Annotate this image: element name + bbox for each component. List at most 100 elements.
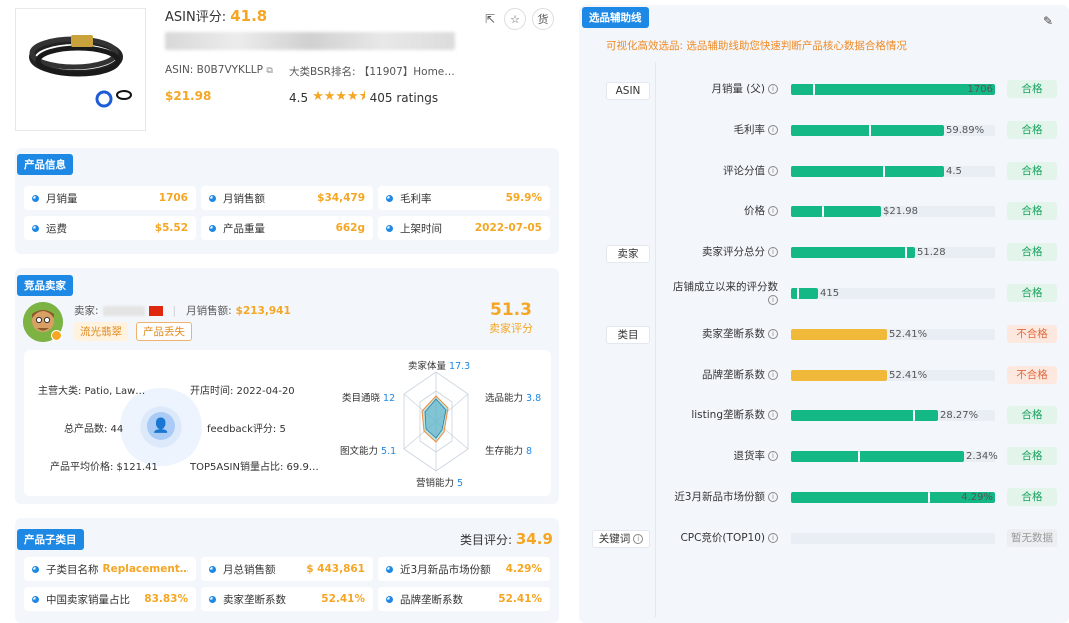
subcategory-value: $ 443,861 [306, 563, 365, 575]
rating-stars-icon: ★★★★⯨ [312, 89, 366, 104]
guide-row-label: CPC竞价(TOP10) i [668, 532, 778, 545]
radar-axis-value: 8 [526, 446, 533, 457]
radar-label-survival: 生存能力 8 [485, 443, 532, 457]
info-cell: 月销售额 $34,479 [201, 186, 373, 210]
guide-row-label: 月销量 (父) i [668, 83, 778, 96]
subcategory-grid: 子类目名称 Replacement… 月总销售额 $ 443,861 近3月新品市场… [24, 557, 550, 611]
info-icon[interactable]: i [768, 329, 778, 339]
guide-bar-threshold [913, 410, 915, 421]
guide-bar-threshold [797, 288, 799, 299]
seller-main-category: 主营大类: Patio, Law… [38, 386, 146, 397]
info-label: 月销量 [46, 192, 78, 205]
asin-text: ASIN: B0B7VYKLLP ⧉ [165, 64, 273, 76]
radar-axis-label: 卖家体量 [408, 361, 447, 372]
user-icon: 👤 [147, 412, 175, 440]
info-icon[interactable]: i [633, 534, 644, 544]
subcategory-cell: 卖家垄断系数 52.41% [201, 587, 373, 611]
bullet-icon [386, 595, 393, 603]
subcategory-cell: 近3月新品市场份额 4.29% [378, 557, 550, 581]
subcategory-cell: 中国卖家销量占比 83.83% [24, 587, 196, 611]
seller-score: 51.3 [490, 300, 532, 320]
guide-status-badge: 合格 [1007, 284, 1057, 302]
product-actions: ⇱ ☆ 货 [482, 8, 554, 30]
info-icon[interactable]: i [768, 166, 778, 176]
product-rating: 4.5 ★★★★⯨ 405 ratings [289, 87, 438, 109]
star-icon[interactable]: ☆ [504, 8, 526, 30]
seller-monthly-sales: $213,941 [235, 304, 291, 317]
info-icon[interactable]: i [768, 533, 778, 543]
subcategory-score: 类目评分: 34.9 [460, 530, 553, 548]
product-image[interactable] [15, 8, 146, 131]
info-icon[interactable]: i [768, 247, 778, 257]
info-label: 产品重量 [223, 222, 265, 235]
info-icon[interactable]: i [768, 206, 778, 216]
subcategory-tag: 产品子类目 [17, 529, 84, 550]
radar-label-content: 图文能力 5.1 [340, 443, 396, 457]
guide-bar-fill [791, 329, 887, 340]
subcategory-label: 卖家垄断系数 [223, 593, 286, 606]
info-icon[interactable]: i [768, 451, 778, 461]
guide-bar-fill [791, 451, 964, 462]
guide-bar-fill [791, 125, 944, 136]
seller-name-line: 卖家: | 月销售额: $213,941 [74, 304, 291, 318]
share-icon[interactable]: ⇱ [482, 12, 498, 26]
guide-row-label: 价格 i [668, 205, 778, 218]
seller-open-time: 开店时间: 2022-04-20 [190, 386, 295, 397]
rating-value: 4.5 [289, 91, 309, 105]
china-flag-icon [148, 305, 163, 316]
seller-monthly-sales-label: 月销售额: [186, 305, 232, 317]
guide-row-label-text: 近3月新品市场份额 [674, 491, 765, 503]
selection-guide-tag: 选品辅助线 [582, 7, 649, 28]
radar-axis-label: 图文能力 [340, 446, 379, 457]
guide-bar-threshold [869, 125, 871, 136]
seller-total-products: 总产品数: 44 [64, 424, 124, 435]
guide-status-badge: 合格 [1007, 406, 1057, 424]
info-icon[interactable]: i [768, 370, 778, 380]
guide-bar-value: 415 [820, 288, 840, 299]
subcategory-value: 52.41% [498, 593, 542, 605]
guide-bar-threshold [883, 166, 885, 177]
info-cell: 产品重量 662g [201, 216, 373, 240]
info-icon[interactable]: i [768, 125, 778, 135]
guide-row-label: listing垄断系数 i [668, 409, 778, 422]
subcategory-value[interactable]: Replacement… [103, 563, 189, 575]
guide-row-label: 品牌垄断系数 i [668, 369, 778, 382]
bullet-icon [32, 194, 39, 202]
info-label: 上架时间 [400, 222, 442, 235]
info-icon[interactable]: i [768, 410, 778, 420]
seller-tag-item: 产品丢失 [136, 322, 192, 341]
bullet-icon [386, 194, 393, 202]
guide-row-label-text: listing垄断系数 [691, 409, 765, 421]
edit-icon[interactable]: ✎ [1043, 14, 1053, 28]
selection-guide-subtitle: 可视化高效选品: 选品辅助线助您快速判断产品核心数据合格情况 [606, 40, 907, 52]
group-keyword: 关键词 i [592, 530, 650, 548]
info-icon[interactable]: i [768, 295, 778, 305]
guide-bar-threshold [928, 492, 930, 503]
bullet-icon [209, 194, 216, 202]
rating-count: 405 ratings [369, 91, 439, 105]
subcategory-cell: 子类目名称 Replacement… [24, 557, 196, 581]
guide-bar-value: $21.98 [883, 206, 918, 217]
seller-tag: 竞品卖家 [17, 275, 73, 296]
radar-axis-value: 3.8 [526, 393, 542, 404]
bullet-icon [209, 224, 216, 232]
goods-button[interactable]: 货 [532, 8, 554, 30]
guide-row-label: 毛利率 i [668, 124, 778, 137]
info-icon[interactable]: i [768, 84, 778, 94]
group-category: 类目 [606, 326, 650, 344]
seller-label: 卖家: [74, 305, 99, 317]
guide-row-label-text: 毛利率 [733, 124, 766, 136]
info-label: 毛利率 [400, 192, 432, 205]
copy-icon[interactable]: ⧉ [266, 66, 272, 76]
asin-score-value: 41.8 [230, 7, 268, 25]
bullet-icon [32, 565, 39, 573]
guide-row-label: 退货率 i [668, 450, 778, 463]
guide-row-label-text: 卖家评分总分 [702, 246, 765, 258]
subcategory-cell: 月总销售额 $ 443,861 [201, 557, 373, 581]
bullet-icon [32, 224, 39, 232]
product-info-tag: 产品信息 [17, 154, 73, 175]
guide-row-label-text: 卖家垄断系数 [702, 328, 765, 340]
info-icon[interactable]: i [768, 492, 778, 502]
guide-status-badge: 合格 [1007, 488, 1057, 506]
product-title-blurred [165, 32, 455, 50]
